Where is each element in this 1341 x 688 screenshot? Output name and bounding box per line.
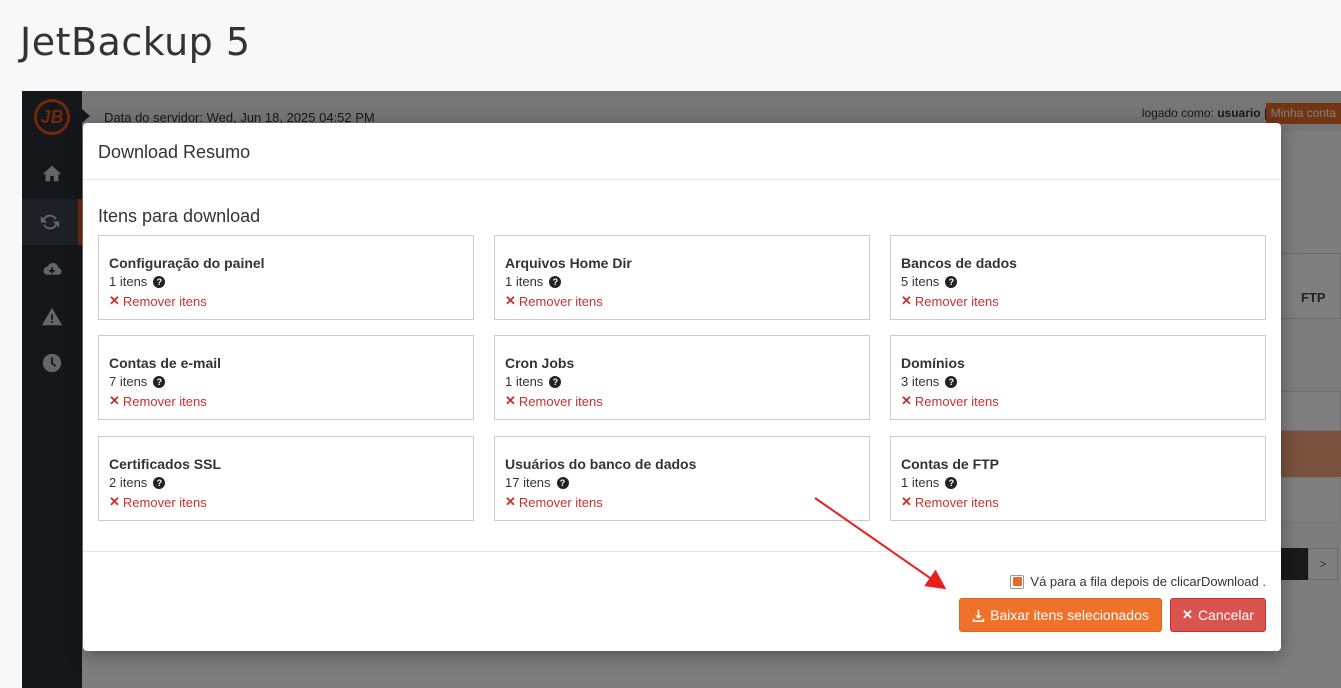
- card-name: Contas de e-mail: [109, 355, 222, 371]
- remove-items-link[interactable]: ✕ Remover itens: [109, 494, 207, 510]
- download-summary-modal: Download Resumo Itens para download Conf…: [83, 123, 1281, 651]
- card-name: Usuários do banco de dados: [505, 456, 697, 472]
- page-title: JetBackup 5: [20, 20, 251, 64]
- go-to-queue-label: Vá para a fila depois de clicarDownload …: [1030, 574, 1266, 589]
- page-header: JetBackup 5: [0, 0, 1341, 90]
- card-count: 2 itens?: [109, 475, 166, 490]
- card-count-text: 1 itens: [109, 274, 148, 289]
- remove-items-link[interactable]: ✕ Remover itens: [505, 494, 603, 510]
- question-circle-icon[interactable]: ?: [945, 275, 958, 288]
- card-count-text: 1 itens: [505, 374, 544, 389]
- download-item-card: Domínios 3 itens? ✕ Remover itens: [890, 335, 1266, 420]
- modal-footer: Vá para a fila depois de clicarDownload …: [83, 551, 1281, 651]
- download-item-card: Contas de FTP 1 itens? ✕ Remover itens: [890, 436, 1266, 521]
- card-name: Arquivos Home Dir: [505, 255, 632, 271]
- card-count-text: 1 itens: [901, 475, 940, 490]
- download-selected-button[interactable]: Baixar itens selecionados: [959, 598, 1162, 632]
- card-count-text: 2 itens: [109, 475, 148, 490]
- download-item-card: Contas de e-mail 7 itens? ✕ Remover itens: [98, 335, 474, 420]
- remove-items-label: Remover itens: [518, 393, 603, 409]
- question-circle-icon[interactable]: ?: [549, 375, 562, 388]
- remove-items-link[interactable]: ✕ Remover itens: [901, 494, 999, 510]
- go-to-queue-checkbox[interactable]: Vá para a fila depois de clicarDownload …: [1010, 574, 1266, 589]
- download-item-card: Certificados SSL 2 itens? ✕ Remover itens: [98, 436, 474, 521]
- card-count-text: 7 itens: [109, 374, 148, 389]
- download-icon: [972, 609, 985, 622]
- remove-items-label: Remover itens: [122, 293, 207, 309]
- x-icon: ✕: [505, 393, 516, 408]
- question-circle-icon[interactable]: ?: [945, 375, 958, 388]
- card-count: 3 itens?: [901, 374, 958, 389]
- modal-header: Download Resumo: [83, 123, 1281, 180]
- x-icon: ✕: [901, 293, 912, 308]
- download-item-card: Configuração do painel 1 itens? ✕ Remover…: [98, 235, 474, 320]
- question-circle-icon[interactable]: ?: [153, 375, 166, 388]
- card-name: Domínios: [901, 355, 965, 371]
- cancel-button[interactable]: ✕ Cancelar: [1170, 598, 1266, 632]
- card-count: 5 itens?: [901, 274, 958, 289]
- remove-items-link[interactable]: ✕ Remover itens: [109, 393, 207, 409]
- remove-items-link[interactable]: ✕ Remover itens: [109, 293, 207, 309]
- card-count: 1 itens?: [505, 374, 562, 389]
- remove-items-link[interactable]: ✕ Remover itens: [901, 293, 999, 309]
- download-item-card: Bancos de dados 5 itens? ✕ Remover itens: [890, 235, 1266, 320]
- card-count: 7 itens?: [109, 374, 166, 389]
- x-icon: ✕: [109, 393, 120, 408]
- remove-items-label: Remover itens: [518, 494, 603, 510]
- remove-items-label: Remover itens: [914, 393, 999, 409]
- question-circle-icon[interactable]: ?: [556, 476, 569, 489]
- download-selected-label: Baixar itens selecionados: [990, 607, 1149, 623]
- remove-items-label: Remover itens: [914, 494, 999, 510]
- card-count-text: 17 itens: [505, 475, 551, 490]
- card-name: Cron Jobs: [505, 355, 575, 371]
- cancel-label: Cancelar: [1197, 607, 1254, 623]
- remove-items-link[interactable]: ✕ Remover itens: [505, 293, 603, 309]
- card-count: 1 itens?: [109, 274, 166, 289]
- card-count-text: 3 itens: [901, 374, 940, 389]
- section-title: Itens para download: [98, 206, 261, 226]
- question-circle-icon[interactable]: ?: [945, 476, 958, 489]
- card-count: 1 itens?: [505, 274, 562, 289]
- x-icon: ✕: [901, 393, 912, 408]
- modal-title: Download Resumo: [98, 142, 251, 162]
- card-count: 17 itens?: [505, 475, 569, 490]
- question-circle-icon[interactable]: ?: [549, 275, 562, 288]
- remove-items-link[interactable]: ✕ Remover itens: [505, 393, 603, 409]
- card-name: Bancos de dados: [901, 255, 1017, 271]
- remove-items-label: Remover itens: [518, 293, 603, 309]
- download-item-card: Cron Jobs 1 itens? ✕ Remover itens: [494, 335, 870, 420]
- card-count: 1 itens?: [901, 475, 958, 490]
- remove-items-link[interactable]: ✕ Remover itens: [901, 393, 999, 409]
- x-icon: ✕: [109, 293, 120, 308]
- x-icon: ✕: [505, 293, 516, 308]
- download-item-card: Arquivos Home Dir 1 itens? ✕ Remover iten…: [494, 235, 870, 320]
- card-count-text: 5 itens: [901, 274, 940, 289]
- question-circle-icon[interactable]: ?: [153, 275, 166, 288]
- close-icon: ✕: [1182, 607, 1193, 622]
- checkbox[interactable]: [1010, 574, 1025, 589]
- x-icon: ✕: [109, 494, 120, 509]
- card-name: Contas de FTP: [901, 456, 1000, 472]
- card-count-text: 1 itens: [505, 274, 544, 289]
- remove-items-label: Remover itens: [122, 393, 207, 409]
- remove-items-label: Remover itens: [122, 494, 207, 510]
- remove-items-label: Remover itens: [914, 293, 999, 309]
- download-item-card: Usuários do banco de dados 17 itens? ✕ Re…: [494, 436, 870, 521]
- card-name: Certificados SSL: [109, 456, 222, 472]
- x-icon: ✕: [505, 494, 516, 509]
- x-icon: ✕: [901, 494, 912, 509]
- card-name: Configuração do painel: [109, 255, 265, 271]
- question-circle-icon[interactable]: ?: [153, 476, 166, 489]
